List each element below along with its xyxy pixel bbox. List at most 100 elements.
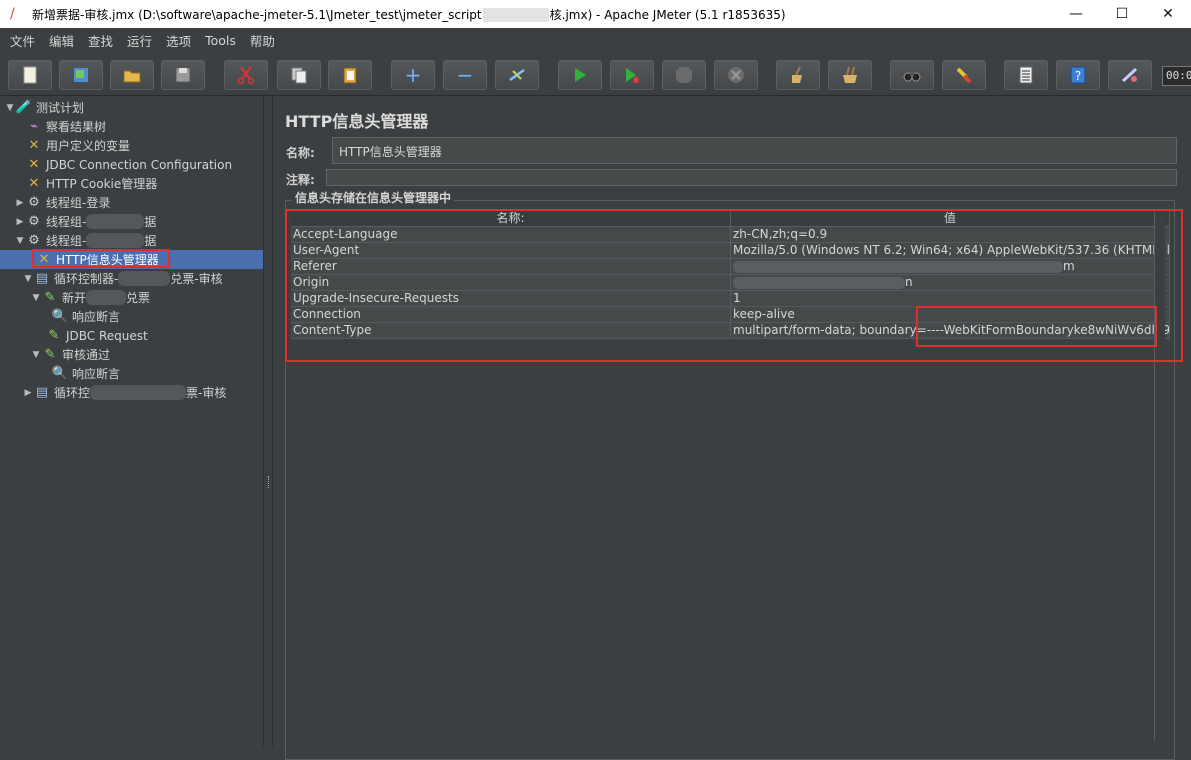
clear-button[interactable] (776, 60, 820, 90)
gear-icon: ⚙ (28, 233, 40, 248)
window-title-prefix: 新增票据-审核.jmx (D:\software\apache-jmeter-5… (32, 7, 482, 22)
reset-search-button[interactable] (942, 60, 986, 90)
stop-button[interactable] (662, 60, 706, 90)
copy-button[interactable] (277, 60, 321, 90)
menu-bar: 文件 编辑 查找 运行 选项 Tools 帮助 (0, 28, 1191, 52)
expand-arrow-icon[interactable]: ▶ (14, 198, 26, 208)
tree-node-user-defined-variables[interactable]: ✕ 用户定义的变量 (26, 136, 130, 155)
collapse-arrow-icon[interactable]: ▼ (30, 350, 42, 360)
tree-node-thread-group-3[interactable]: ▼ ⚙ 线程组- 据 (14, 231, 156, 250)
tree-node-test-plan[interactable]: ▼ 🧪 测试计划 (4, 98, 84, 117)
panel-splitter[interactable] (263, 96, 273, 747)
tree-node-label: HTTP Cookie管理器 (46, 177, 158, 191)
tree-node-loop-controller-1[interactable]: ▼ ▤ 循环控制器- 兑票-审核 (22, 269, 223, 288)
shutdown-button[interactable] (714, 60, 758, 90)
tree-node-label: 线程组-登录 (46, 196, 111, 210)
copy-icon (291, 67, 307, 84)
function-helper-button[interactable] (1004, 60, 1048, 90)
folder-open-icon (123, 70, 141, 83)
tree-node-label: JDBC Request (66, 328, 148, 343)
menu-file[interactable]: 文件 (3, 31, 42, 50)
selected-node-highlight-box (32, 249, 170, 268)
redacted-area (118, 271, 171, 286)
tree-node-jdbc-request[interactable]: ✎ JDBC Request (46, 326, 148, 345)
expand-arrow-icon[interactable]: ▶ (22, 388, 34, 398)
tree-node-jdbc-config[interactable]: ✕ JDBC Connection Configuration (26, 155, 233, 174)
tree-node-thread-group-2[interactable]: ▶ ⚙ 线程组- 据 (14, 212, 156, 231)
scissors-icon (237, 66, 255, 85)
help-button[interactable]: ? (1056, 60, 1100, 90)
wrench-screwdriver-icon: ✕ (28, 138, 40, 153)
tree-node-label-suffix: 票-审核 (186, 386, 227, 400)
play-no-timer-icon (626, 68, 639, 83)
start-button[interactable] (558, 60, 602, 90)
tree-node-label: 线程组- (46, 234, 87, 248)
menu-run[interactable]: 运行 (120, 31, 159, 50)
collapse-arrow-icon[interactable]: ▼ (4, 103, 16, 113)
new-button[interactable] (8, 60, 52, 90)
menu-edit[interactable]: 编辑 (42, 31, 81, 50)
gear-icon: ⚙ (28, 195, 40, 210)
binoculars-icon (903, 72, 921, 82)
search-button[interactable] (890, 60, 934, 90)
tree-node-label-suffix: 据 (144, 215, 157, 229)
name-field[interactable]: HTTP信息头管理器 (332, 137, 1177, 164)
save-button[interactable] (161, 60, 205, 90)
tree-node-view-results-tree[interactable]: ⌁ 察看结果树 (26, 117, 106, 136)
minimize-button[interactable]: — (1053, 0, 1099, 28)
cut-button[interactable] (224, 60, 268, 90)
collapse-arrow-icon[interactable]: ▼ (14, 236, 26, 246)
redacted-area (482, 8, 549, 22)
open-button[interactable] (110, 60, 154, 90)
paste-button[interactable] (328, 60, 372, 90)
tree-node-loop-controller-2[interactable]: ▶ ▤ 循环控 票-审核 (22, 383, 226, 402)
collapse-arrow-icon[interactable]: ▼ (22, 274, 34, 284)
menu-tools[interactable]: Tools (198, 33, 243, 48)
tree-node-new-request[interactable]: ▼ ✎ 新开 兑票 (30, 288, 150, 307)
tree-node-response-assertion-2[interactable]: 🔍 响应断言 (52, 364, 120, 383)
comment-field[interactable] (326, 169, 1177, 186)
splitter-grip-icon[interactable] (268, 476, 270, 488)
collapse-button[interactable]: − (443, 60, 487, 90)
tree-node-label: 线程组- (46, 215, 87, 229)
tree-node-label: 测试计划 (36, 101, 85, 115)
tree-node-label-suffix: 兑票 (126, 291, 151, 305)
elapsed-timer: 00:00 (1162, 66, 1191, 86)
tree-node-label: 循环控制器- (54, 272, 119, 286)
loop-controller-icon: ▤ (35, 385, 49, 400)
page-title: HTTP信息头管理器 (285, 112, 429, 131)
expand-button[interactable]: + (391, 60, 435, 90)
tree-node-label-suffix: 兑票-审核 (170, 272, 223, 286)
start-no-pause-button[interactable] (610, 60, 654, 90)
plus-icon: + (404, 63, 422, 87)
templates-icon (74, 68, 88, 82)
expand-arrow-icon[interactable]: ▶ (14, 217, 26, 227)
boundary-highlight-box (916, 306, 1157, 347)
remote-button[interactable] (1108, 60, 1152, 90)
menu-help[interactable]: 帮助 (243, 31, 282, 50)
tree-node-label: 响应断言 (72, 310, 121, 324)
broom-all-icon (843, 66, 857, 83)
magnifier-icon: 🔍 (51, 309, 69, 324)
menu-search[interactable]: 查找 (81, 31, 120, 50)
tree-node-approve[interactable]: ▼ ✎ 审核通过 (30, 345, 110, 364)
tree-node-cookie-manager[interactable]: ✕ HTTP Cookie管理器 (26, 174, 158, 193)
wrench-screwdriver-icon: ✕ (28, 157, 40, 172)
maximize-button[interactable]: ☐ (1099, 0, 1145, 28)
menu-options[interactable]: 选项 (159, 31, 198, 50)
tree-node-thread-group-login[interactable]: ▶ ⚙ 线程组-登录 (14, 193, 111, 212)
clear-all-button[interactable] (828, 60, 872, 90)
pipette-icon: ✎ (44, 290, 56, 305)
broom-icon (792, 66, 802, 83)
save-icon (175, 67, 191, 83)
pipette-icon: ✎ (48, 328, 60, 343)
redacted-area (86, 214, 145, 229)
toggle-icon (509, 68, 525, 82)
collapse-arrow-icon[interactable]: ▼ (30, 293, 42, 303)
new-file-icon (23, 66, 37, 84)
templates-button[interactable] (59, 60, 103, 90)
close-button[interactable]: ✕ (1145, 0, 1191, 28)
tree-node-response-assertion-1[interactable]: 🔍 响应断言 (52, 307, 120, 326)
toggle-button[interactable] (495, 60, 539, 90)
loop-controller-icon: ▤ (35, 271, 49, 286)
